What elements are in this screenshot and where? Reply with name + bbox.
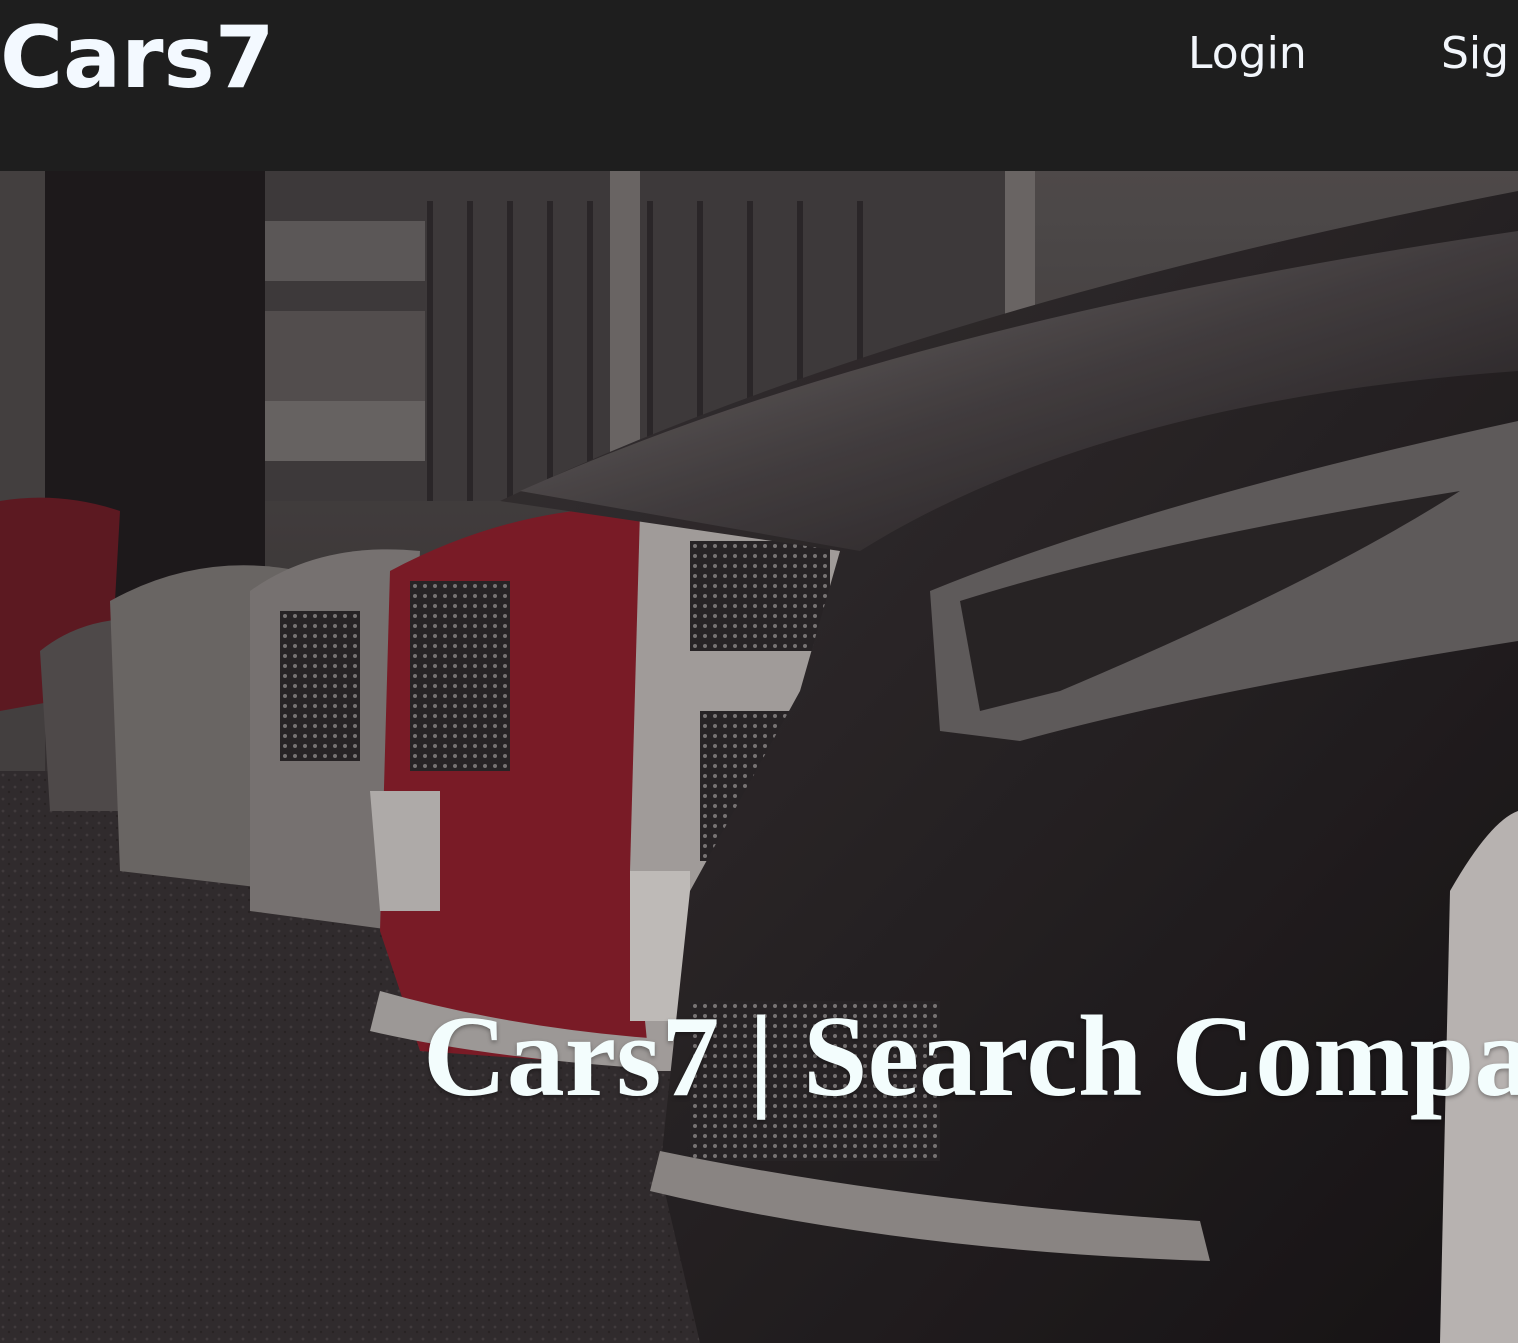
signup-link[interactable]: Sig	[1441, 27, 1509, 81]
login-link[interactable]: Login	[1188, 27, 1307, 81]
brand-logo[interactable]: Cars7	[0, 8, 275, 108]
hero-title: Cars7 | Search Compa	[423, 992, 1518, 1121]
top-navbar: Cars7 Login Sig	[0, 0, 1518, 171]
hero-background-image	[0, 171, 1518, 1343]
hero-section: Cars7 | Search Compa	[0, 171, 1518, 1343]
